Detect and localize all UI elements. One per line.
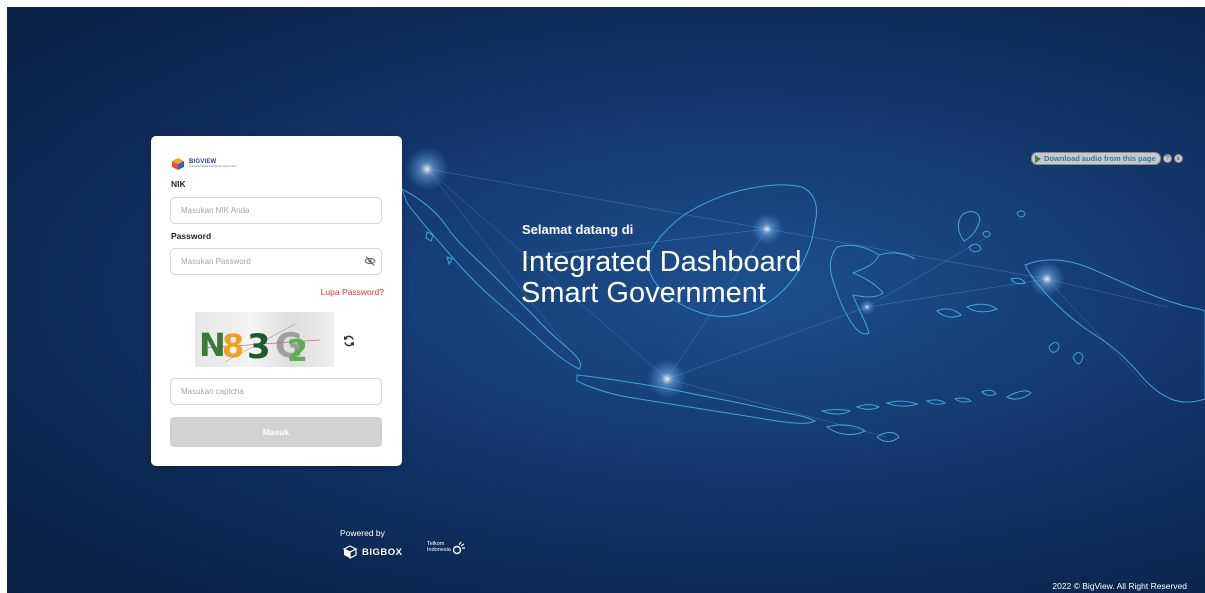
- download-audio-widget: Download audio from this page ? x: [1031, 152, 1205, 165]
- captcha-input[interactable]: [170, 378, 382, 405]
- login-button[interactable]: Masuk: [170, 417, 382, 447]
- bigview-logo-icon: [172, 158, 184, 170]
- captcha-graphic: N 8 3 G 2: [199, 323, 321, 367]
- refresh-icon[interactable]: [343, 335, 355, 347]
- eye-off-icon[interactable]: [364, 256, 376, 266]
- play-icon: [1035, 154, 1041, 163]
- bigbox-text: BIGBOX: [362, 546, 403, 558]
- powered-by-label: Powered by: [340, 528, 385, 538]
- telkom-logo-icon: [452, 541, 465, 555]
- login-page: BIGVIEW Integrated Dashboard Smart Gover…: [7, 7, 1205, 593]
- welcome-title-line1: Integrated Dashboard: [521, 246, 802, 278]
- welcome-title-line2: Smart Government: [521, 277, 766, 309]
- download-audio-button[interactable]: Download audio from this page: [1031, 152, 1161, 165]
- nik-input[interactable]: [170, 197, 382, 224]
- telkom-line2: Indonesia: [427, 547, 451, 553]
- captcha-image: N 8 3 G 2: [195, 312, 334, 367]
- welcome-title: Integrated Dashboard Smart Government: [521, 247, 802, 309]
- telkom-logo: Telkom Indonesia: [427, 541, 465, 555]
- login-card: BIGVIEW Integrated Dashboard Smart Gover…: [151, 136, 402, 466]
- logo-subtitle: Integrated Dashboard Smart Government: [189, 165, 237, 169]
- audio-help-button[interactable]: ?: [1162, 154, 1172, 163]
- bigbox-logo-icon: [343, 545, 357, 559]
- forgot-password-link[interactable]: Lupa Password?: [321, 287, 384, 297]
- nik-label: NIK: [171, 179, 186, 189]
- bigview-logo: BIGVIEW Integrated Dashboard Smart Gover…: [171, 156, 241, 172]
- welcome-greeting: Selamat datang di: [522, 222, 634, 237]
- password-label: Password: [171, 231, 212, 241]
- svg-text:8: 8: [222, 327, 244, 365]
- bigbox-logo: BIGBOX: [343, 544, 402, 560]
- password-input[interactable]: [170, 248, 382, 275]
- svg-text:3: 3: [247, 327, 271, 367]
- copyright-text: 2022 © BigView. All Right Reserved: [1052, 581, 1187, 591]
- audio-close-button[interactable]: x: [1173, 154, 1183, 163]
- svg-text:2: 2: [287, 334, 308, 367]
- download-audio-label: Download audio from this page: [1044, 154, 1156, 163]
